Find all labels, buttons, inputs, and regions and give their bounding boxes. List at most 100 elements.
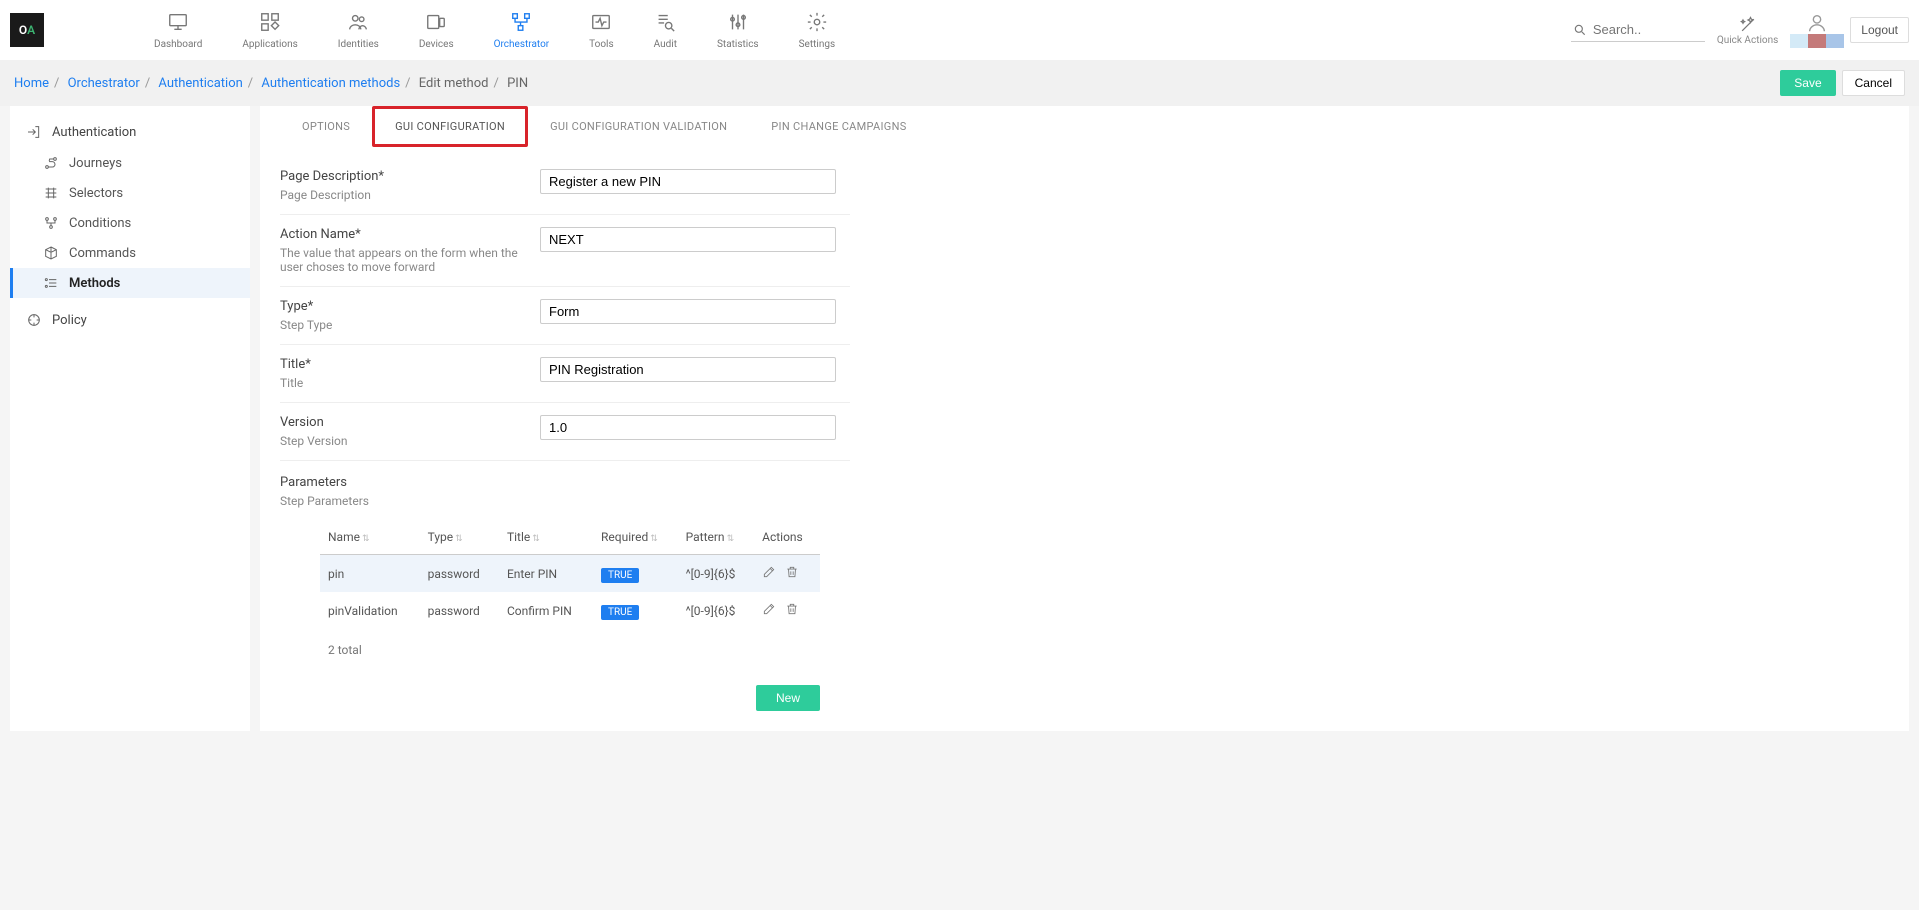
breadcrumb: Home/ Orchestrator/ Authentication/ Auth… (14, 76, 528, 91)
cancel-button[interactable]: Cancel (1842, 70, 1905, 96)
col-name[interactable]: Name⇅ (320, 520, 420, 555)
required-badge: TRUE (601, 568, 639, 583)
col-title[interactable]: Title⇅ (499, 520, 593, 555)
grid-icon (43, 185, 59, 201)
tab-options[interactable]: OPTIONS (280, 106, 372, 147)
tab-pin-change-campaigns[interactable]: PIN CHANGE CAMPAIGNS (749, 106, 928, 147)
sliders-icon (727, 11, 749, 33)
sort-icon: ⇅ (455, 534, 463, 544)
sidebar-item-label: Conditions (69, 216, 131, 231)
nav-applications[interactable]: Applications (222, 5, 317, 56)
col-actions: Actions (754, 520, 820, 555)
col-pattern[interactable]: Pattern⇅ (678, 520, 755, 555)
type-input[interactable] (540, 299, 836, 324)
page-description-label: Page Description* (280, 169, 540, 184)
type-help: Step Type (280, 318, 540, 332)
sort-icon: ⇅ (650, 534, 658, 544)
nav-audit[interactable]: Audit (634, 5, 697, 56)
action-name-help: The value that appears on the form when … (280, 246, 540, 274)
nav-statistics[interactable]: Statistics (697, 5, 779, 56)
nav-label: Orchestrator (494, 39, 550, 50)
sidebar-item-methods[interactable]: Methods (10, 268, 250, 298)
sidebar-root-authentication[interactable]: Authentication (10, 116, 250, 148)
sidebar-item-journeys[interactable]: Journeys (10, 148, 250, 178)
action-name-input[interactable] (540, 227, 836, 252)
crumb-pin: PIN (507, 76, 528, 91)
apps-icon (259, 11, 281, 33)
crumb-edit-method: Edit method (419, 76, 489, 91)
nav-orchestrator[interactable]: Orchestrator (474, 5, 570, 56)
page-description-input[interactable] (540, 169, 836, 194)
crumb-authentication[interactable]: Authentication (158, 76, 242, 91)
page-description-help: Page Description (280, 188, 540, 202)
table-total: 2 total (320, 629, 850, 671)
devices-icon (425, 11, 447, 33)
cell-name: pin (320, 555, 420, 593)
methods-icon (43, 275, 59, 291)
new-button[interactable]: New (756, 685, 820, 711)
user-icon[interactable] (1806, 12, 1828, 34)
breadcrumb-strip: Home/ Orchestrator/ Authentication/ Auth… (0, 60, 1919, 106)
version-help: Step Version (280, 434, 540, 448)
nav-settings[interactable]: Settings (779, 5, 856, 56)
sidebar-root-policy[interactable]: Policy (10, 304, 250, 336)
table-row[interactable]: pinValidation password Confirm PIN TRUE … (320, 592, 820, 629)
quick-actions[interactable]: Quick Actions (1717, 15, 1778, 46)
cell-title: Confirm PIN (499, 592, 593, 629)
cell-type: password (420, 555, 499, 593)
sort-icon: ⇅ (727, 534, 735, 544)
version-label: Version (280, 415, 540, 430)
crumb-orchestrator[interactable]: Orchestrator (68, 76, 140, 91)
branch-icon (43, 215, 59, 231)
flow-icon (510, 11, 532, 33)
nav-label: Dashboard (154, 39, 202, 50)
crumb-auth-methods[interactable]: Authentication methods (261, 76, 400, 91)
title-help: Title (280, 376, 540, 390)
wand-icon (1738, 15, 1758, 35)
col-type[interactable]: Type⇅ (420, 520, 499, 555)
quick-actions-label: Quick Actions (1717, 35, 1778, 46)
sidebar: Authentication Journeys Selectors Condit… (10, 106, 250, 731)
tabs: OPTIONS GUI CONFIGURATION GUI CONFIGURAT… (280, 106, 1889, 147)
tab-gui-configuration[interactable]: GUI CONFIGURATION (372, 106, 528, 147)
save-button[interactable]: Save (1780, 70, 1835, 96)
table-row[interactable]: pin password Enter PIN TRUE ^[0-9]{6}$ (320, 555, 820, 593)
parameters-table: Name⇅ Type⇅ Title⇅ Required⇅ Pattern⇅ Ac… (320, 520, 820, 629)
nav-label: Identities (338, 39, 379, 50)
parameters-help: Step Parameters (280, 494, 850, 508)
required-badge: TRUE (601, 605, 639, 620)
version-input[interactable] (540, 415, 836, 440)
title-input[interactable] (540, 357, 836, 382)
gear-icon (806, 11, 828, 33)
sidebar-item-selectors[interactable]: Selectors (10, 178, 250, 208)
cell-title: Enter PIN (499, 555, 593, 593)
search-input[interactable] (1593, 22, 1703, 37)
monitor-icon (167, 11, 189, 33)
nav-label: Audit (654, 39, 677, 50)
sidebar-item-label: Methods (69, 276, 120, 291)
sidebar-item-label: Journeys (69, 156, 122, 171)
action-name-label: Action Name* (280, 227, 540, 242)
sidebar-policy-label: Policy (52, 313, 87, 328)
nav-tools[interactable]: Tools (569, 5, 633, 56)
delete-row-button[interactable] (785, 568, 799, 582)
nav-devices[interactable]: Devices (399, 5, 474, 56)
nav-dashboard[interactable]: Dashboard (134, 5, 222, 56)
edit-row-button[interactable] (762, 605, 776, 619)
edit-row-button[interactable] (762, 568, 776, 582)
delete-row-button[interactable] (785, 605, 799, 619)
cube-icon (43, 245, 59, 261)
sort-icon: ⇅ (532, 534, 540, 544)
search-box[interactable] (1571, 18, 1705, 42)
sidebar-item-commands[interactable]: Commands (10, 238, 250, 268)
logout-button[interactable]: Logout (1850, 17, 1909, 43)
login-icon (26, 124, 42, 140)
sidebar-item-conditions[interactable]: Conditions (10, 208, 250, 238)
crumb-home[interactable]: Home (14, 76, 49, 91)
col-required[interactable]: Required⇅ (593, 520, 678, 555)
tab-gui-config-validation[interactable]: GUI CONFIGURATION VALIDATION (528, 106, 749, 147)
logo[interactable]: OA (10, 13, 44, 47)
theme-chips[interactable] (1790, 34, 1844, 48)
cell-name: pinValidation (320, 592, 420, 629)
nav-identities[interactable]: Identities (318, 5, 399, 56)
